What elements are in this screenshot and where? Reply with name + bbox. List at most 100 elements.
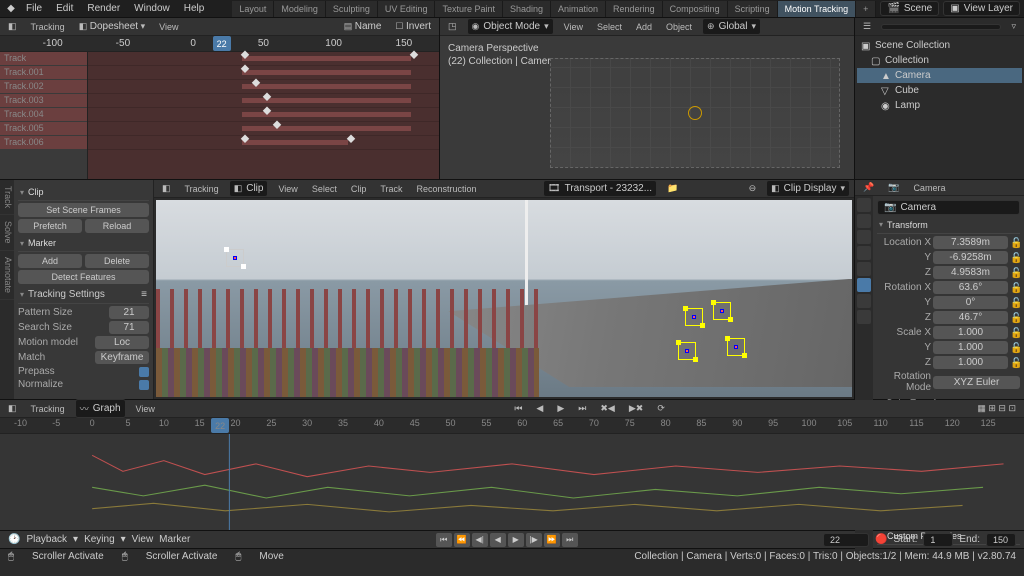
pin-icon[interactable]: 📌 xyxy=(859,180,878,195)
ws-sculpting[interactable]: Sculpting xyxy=(326,1,378,17)
rotation-mode[interactable]: XYZ Euler xyxy=(933,376,1020,389)
rot-x[interactable]: 63.6° xyxy=(933,281,1008,294)
tab-annotate[interactable]: Annotate xyxy=(0,251,14,300)
rot-y[interactable]: 0° xyxy=(933,296,1008,309)
track-marker[interactable] xyxy=(727,338,745,356)
transform-h[interactable]: Transform xyxy=(877,217,1020,234)
jump-end[interactable]: ⏭ xyxy=(562,533,578,547)
dopesheet-view[interactable]: View xyxy=(155,20,182,34)
camera-gizmo[interactable] xyxy=(688,106,702,120)
marker-panel-h[interactable]: Marker xyxy=(18,235,149,252)
graph-canvas[interactable] xyxy=(0,434,1024,530)
tracking-settings-h[interactable]: Tracking Settings≡ xyxy=(18,286,149,304)
play-rev[interactable]: ◀ xyxy=(490,533,506,547)
prepass-check[interactable] xyxy=(139,367,149,377)
ws-anim[interactable]: Animation xyxy=(551,1,606,17)
graph-ruler[interactable]: -10-5 05 1015 2025 3035 4045 5055 6065 7… xyxy=(0,418,1024,434)
menu-file[interactable]: File xyxy=(20,1,48,16)
track-fwd-end[interactable]: ⏭ xyxy=(574,401,590,416)
loc-y[interactable]: -6.9258m xyxy=(933,251,1008,264)
pattern-size[interactable]: 21 xyxy=(109,306,149,319)
graph-playhead[interactable]: 22 xyxy=(211,418,229,433)
ws-render[interactable]: Rendering xyxy=(606,1,663,17)
tab-render[interactable] xyxy=(857,198,871,212)
graph-tracking[interactable]: Tracking xyxy=(27,402,69,416)
menu-edit[interactable]: Edit xyxy=(50,1,79,16)
playhead[interactable]: 22 xyxy=(213,36,231,51)
tab-output[interactable] xyxy=(857,214,871,228)
lock-icon[interactable]: 🔓 xyxy=(1010,298,1020,308)
scl-x[interactable]: 1.000 xyxy=(933,326,1008,339)
timeline-view[interactable]: View xyxy=(132,534,154,545)
autokey-icon[interactable]: 🔴 xyxy=(875,534,887,545)
tree-cube[interactable]: ▽Cube xyxy=(857,83,1022,98)
tracking-mode[interactable]: Tracking xyxy=(27,20,69,34)
lock-icon[interactable]: 🔓 xyxy=(1010,238,1020,248)
scl-z[interactable]: 1.000 xyxy=(933,356,1008,369)
start-frame[interactable]: 1 xyxy=(923,533,953,547)
ws-modeling[interactable]: Modeling xyxy=(274,1,326,17)
add-marker[interactable]: Add xyxy=(18,254,82,268)
keying-menu[interactable]: Keying xyxy=(84,534,115,545)
search-size[interactable]: 71 xyxy=(109,321,149,334)
match-mode[interactable]: Keyframe xyxy=(95,351,149,364)
tree-root[interactable]: ▣Scene Collection xyxy=(857,38,1022,53)
track-rows[interactable] xyxy=(88,52,439,179)
play[interactable]: ▶ xyxy=(508,533,524,547)
clip-filename[interactable]: 🎞Transport - 23232... xyxy=(543,180,657,197)
clip-track[interactable]: Track xyxy=(376,182,406,196)
track-marker[interactable] xyxy=(678,342,696,360)
track-name[interactable]: Track.002 xyxy=(0,80,87,94)
graph-type[interactable]: 〰 Graph xyxy=(75,399,126,418)
tab-viewlayer[interactable] xyxy=(857,230,871,244)
set-scene-frames[interactable]: Set Scene Frames xyxy=(18,203,149,217)
vp-add[interactable]: Add xyxy=(632,20,656,34)
clip-recon[interactable]: Reconstruction xyxy=(413,182,481,196)
outliner-icon[interactable]: ☰ xyxy=(859,19,875,34)
track-name[interactable]: Track.003 xyxy=(0,94,87,108)
editor-type-icon[interactable]: ◳ xyxy=(444,19,461,34)
track-back-end[interactable]: ⏮ xyxy=(510,401,526,416)
tree-camera[interactable]: ▲Camera xyxy=(857,68,1022,83)
timeline-marker[interactable]: Marker xyxy=(159,534,190,545)
ws-add[interactable]: + xyxy=(856,1,876,17)
object-mode[interactable]: ◉ Object Mode ▾ xyxy=(467,18,554,35)
tab-constraint[interactable] xyxy=(857,294,871,308)
clip-panel-h[interactable]: Clip xyxy=(18,184,149,201)
dopesheet-type[interactable]: ◧ Dopesheet ▾ xyxy=(75,19,149,34)
track-name[interactable]: Track xyxy=(0,52,87,66)
orientation[interactable]: ⊕ Global ▾ xyxy=(702,18,761,35)
track-fwd[interactable]: ▶ xyxy=(553,401,568,416)
vp-object[interactable]: Object xyxy=(662,20,696,34)
playback-menu[interactable]: Playback xyxy=(26,534,67,545)
detect-features[interactable]: Detect Features xyxy=(18,270,149,284)
tree-collection[interactable]: ▢Collection xyxy=(857,53,1022,68)
clear-back[interactable]: ✖◀ xyxy=(596,401,618,416)
track-marker[interactable] xyxy=(685,308,703,326)
ws-texpaint[interactable]: Texture Paint xyxy=(435,1,503,17)
tab-track[interactable]: Track xyxy=(0,180,14,215)
rot-z[interactable]: 46.7° xyxy=(933,311,1008,324)
ws-shading[interactable]: Shading xyxy=(503,1,551,17)
sort-field[interactable]: ▤ Name xyxy=(340,19,386,34)
menu-help[interactable]: Help xyxy=(178,1,211,16)
jump-start[interactable]: ⏮ xyxy=(436,533,452,547)
track-name[interactable]: Track.006 xyxy=(0,136,87,150)
lock-icon[interactable]: 🔓 xyxy=(1010,253,1020,263)
menu-render[interactable]: Render xyxy=(81,1,126,16)
editor-type-icon[interactable]: ◧ xyxy=(158,181,175,196)
dopesheet-ruler[interactable]: -100 -50 0 50 100 150 22 xyxy=(0,36,439,52)
end-frame[interactable]: 150 xyxy=(986,533,1016,547)
preset-icon[interactable]: ≡ xyxy=(141,289,147,300)
clip-canvas[interactable] xyxy=(156,200,852,397)
3d-viewport[interactable]: ◳ ◉ Object Mode ▾ View Select Add Object… xyxy=(440,18,854,179)
invert-toggle[interactable]: ☐ Invert xyxy=(391,19,435,34)
tab-object[interactable] xyxy=(857,278,871,292)
lens-icon[interactable]: ⊖ xyxy=(745,181,761,196)
ws-script[interactable]: Scripting xyxy=(728,1,778,17)
graph-view[interactable]: View xyxy=(132,402,159,416)
scene-selector[interactable]: 🎬Scene xyxy=(880,1,939,16)
menu-window[interactable]: Window xyxy=(128,1,176,16)
lock-icon[interactable]: 🔓 xyxy=(1010,313,1020,323)
lock-icon[interactable]: 🔓 xyxy=(1010,358,1020,368)
